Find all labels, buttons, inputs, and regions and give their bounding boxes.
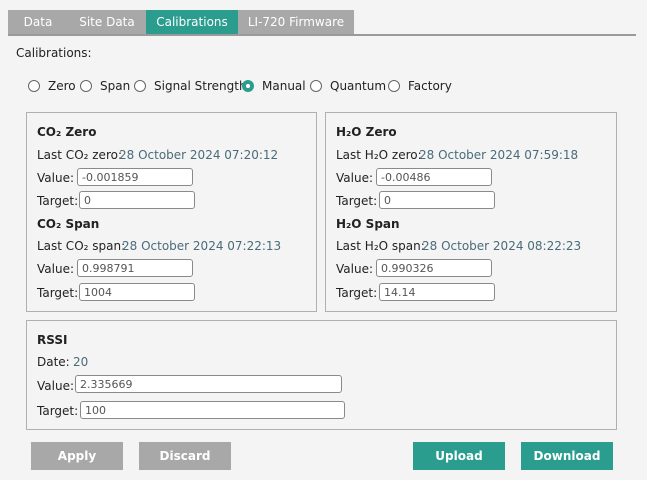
radio-span[interactable]: Span <box>80 77 130 95</box>
radio-label: Zero <box>48 79 76 93</box>
co2-span-heading: CO₂ Span <box>37 217 100 231</box>
last-h2o-zero-value: 28 October 2024 07:59:18 <box>419 148 579 162</box>
last-co2-zero-value: 28 October 2024 07:20:12 <box>119 148 279 162</box>
co2-panel: CO₂ Zero Last CO₂ zero: 28 October 2024 … <box>26 112 317 312</box>
co2-span-value-input[interactable] <box>77 259 193 277</box>
h2o-span-heading: H₂O Span <box>336 217 400 231</box>
radio-label: Factory <box>408 79 452 93</box>
last-co2-span-value: 28 October 2024 07:22:13 <box>122 239 282 253</box>
radio-signal-strength[interactable]: Signal Strength <box>134 77 247 95</box>
co2-zero-value-input[interactable] <box>77 168 193 186</box>
h2o-zero-heading: H₂O Zero <box>336 125 397 139</box>
last-co2-zero-label: Last CO₂ zero: <box>37 148 122 162</box>
h2o-span-target-label: Target: <box>336 286 378 300</box>
rssi-panel: RSSI Date: 20 Value: Target: <box>26 320 617 430</box>
h2o-zero-value-input[interactable] <box>376 168 492 186</box>
co2-zero-heading: CO₂ Zero <box>37 125 97 139</box>
h2o-span-target-input[interactable] <box>379 283 495 301</box>
co2-zero-target-input[interactable] <box>79 191 195 209</box>
h2o-zero-value-label: Value: <box>336 171 373 185</box>
tab-data[interactable]: Data <box>8 10 68 34</box>
radio-quantum[interactable]: Quantum <box>310 77 386 95</box>
h2o-span-value-input[interactable] <box>376 259 492 277</box>
radio-label: Span <box>100 79 131 93</box>
co2-zero-target-label: Target: <box>37 194 79 208</box>
last-h2o-span-value: 28 October 2024 08:22:23 <box>422 239 582 253</box>
co2-span-target-input[interactable] <box>79 283 195 301</box>
last-h2o-span-label: Last H₂O span: <box>336 239 425 253</box>
co2-zero-value-label: Value: <box>37 171 74 185</box>
rssi-date-value: 20 <box>73 355 89 369</box>
h2o-panel: H₂O Zero Last H₂O zero: 28 October 2024 … <box>325 112 617 312</box>
co2-span-target-label: Target: <box>37 286 79 300</box>
tab-li720-firmware[interactable]: LI-720 Firmware <box>238 10 354 34</box>
radio-circle-icon <box>310 80 322 92</box>
rssi-heading: RSSI <box>37 333 68 347</box>
last-h2o-zero-label: Last H₂O zero: <box>336 148 422 162</box>
tab-bar: Data Site Data Calibrations LI-720 Firmw… <box>0 0 647 36</box>
radio-factory[interactable]: Factory <box>388 77 452 95</box>
rssi-value-label: Value: <box>37 379 74 393</box>
discard-button[interactable]: Discard <box>139 442 231 470</box>
tab-underline <box>8 34 636 36</box>
radio-circle-icon <box>134 80 146 92</box>
section-label: Calibrations: <box>16 46 92 60</box>
h2o-span-value-label: Value: <box>336 262 373 276</box>
co2-span-value-label: Value: <box>37 262 74 276</box>
rssi-value-input[interactable] <box>75 375 342 393</box>
tab-calibrations[interactable]: Calibrations <box>146 10 238 34</box>
radio-circle-icon <box>388 80 400 92</box>
rssi-date-label: Date: <box>37 355 70 369</box>
radio-manual[interactable]: Manual <box>242 77 306 95</box>
download-button[interactable]: Download <box>521 442 613 470</box>
radio-circle-icon <box>80 80 92 92</box>
radio-circle-icon <box>28 80 40 92</box>
h2o-zero-target-input[interactable] <box>379 191 495 209</box>
apply-button[interactable]: Apply <box>31 442 123 470</box>
radio-label: Signal Strength <box>154 79 247 93</box>
radio-zero[interactable]: Zero <box>28 77 76 95</box>
h2o-zero-target-label: Target: <box>336 194 378 208</box>
tab-site-data[interactable]: Site Data <box>68 10 146 34</box>
radio-selected-icon <box>242 80 254 92</box>
upload-button[interactable]: Upload <box>413 442 505 470</box>
radio-label: Manual <box>262 79 306 93</box>
radio-label: Quantum <box>330 79 387 93</box>
rssi-target-input[interactable] <box>80 401 345 419</box>
last-co2-span-label: Last CO₂ span: <box>37 239 126 253</box>
rssi-target-label: Target: <box>37 404 79 418</box>
